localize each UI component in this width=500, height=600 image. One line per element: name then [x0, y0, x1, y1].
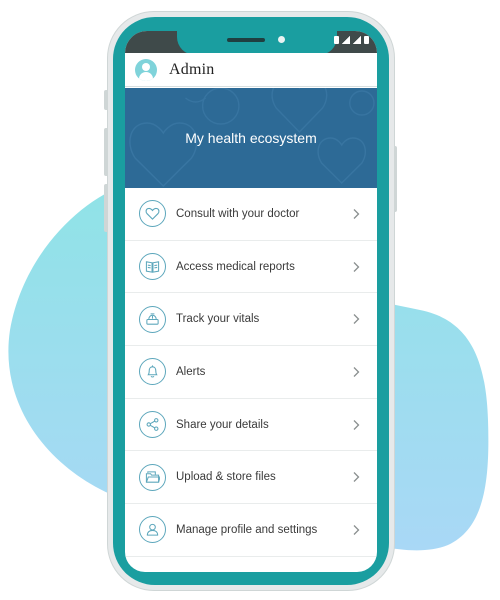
- notch: [177, 31, 337, 55]
- menu-item-alerts[interactable]: Alerts: [125, 346, 377, 399]
- chevron-right-icon: [353, 314, 360, 325]
- menu-item-label: Access medical reports: [176, 260, 295, 273]
- menu-item-medical-reports[interactable]: Access medical reports: [125, 241, 377, 294]
- menu-item-label: Manage profile and settings: [176, 523, 318, 536]
- app-header: Admin: [125, 53, 377, 87]
- chevron-right-icon: [353, 208, 360, 219]
- phone-bezel: Admin My health ecosystem Consult with y…: [113, 17, 389, 585]
- heart-icon: [139, 200, 166, 228]
- phone-frame: Admin My health ecosystem Consult with y…: [108, 12, 394, 590]
- user-icon: [139, 516, 166, 544]
- chevron-right-icon: [353, 472, 360, 483]
- avatar-icon[interactable]: [135, 58, 157, 81]
- folder-icon: [139, 463, 166, 491]
- menu-item-upload-files[interactable]: Upload & store files: [125, 451, 377, 505]
- wifi-icon: [342, 36, 350, 44]
- sim-icon: [334, 36, 339, 44]
- menu-item-consult-doctor[interactable]: Consult with your doctor: [125, 188, 377, 241]
- chevron-right-icon: [353, 525, 360, 535]
- admin-name: Admin: [169, 60, 215, 78]
- status-bar: [125, 31, 377, 55]
- chevron-right-icon: [353, 261, 360, 272]
- battery-icon: [364, 36, 369, 44]
- menu-item-share-details[interactable]: Share your details: [125, 399, 377, 452]
- scale-icon: [139, 305, 166, 333]
- menu-item-manage-profile[interactable]: Manage profile and settings: [125, 504, 377, 557]
- menu-list: Consult with your doctor Access medical …: [125, 188, 377, 557]
- status-icons: [334, 36, 369, 44]
- share-icon: [139, 411, 166, 439]
- hero-banner: My health ecosystem: [125, 88, 377, 188]
- menu-item-label: Track your vitals: [176, 313, 260, 326]
- menu-item-label: Consult with your doctor: [176, 207, 300, 220]
- speaker: [227, 38, 265, 42]
- menu-item-label: Alerts: [176, 365, 206, 378]
- chevron-right-icon: [353, 419, 360, 430]
- report-book-icon: [139, 253, 166, 281]
- menu-item-label: Share your details: [176, 418, 269, 431]
- menu-item-track-vitals[interactable]: Track your vitals: [125, 293, 377, 347]
- camera: [278, 36, 285, 43]
- chevron-right-icon: [353, 366, 360, 377]
- bell-icon: [139, 358, 166, 386]
- hero-title: My health ecosystem: [185, 130, 317, 146]
- menu-item-label: Upload & store files: [176, 471, 276, 484]
- signal-icon: [353, 36, 361, 44]
- phone-screen: Admin My health ecosystem Consult with y…: [125, 31, 377, 572]
